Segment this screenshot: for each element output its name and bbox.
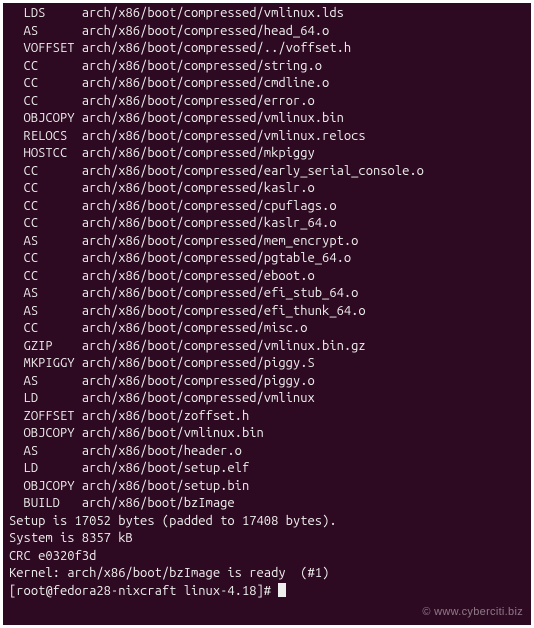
build-path: arch/x86/boot/compressed/error.o [67, 94, 315, 108]
build-command: CC [9, 75, 67, 93]
build-path: arch/x86/boot/compressed/vmlinux.bin.gz [67, 339, 365, 353]
build-command: LD [9, 390, 67, 408]
build-path: arch/x86/boot/compressed/vmlinux.relocs [67, 129, 365, 143]
build-command: BUILD [9, 495, 67, 513]
build-output-line: AS arch/x86/boot/header.o [9, 443, 525, 461]
build-output-line: AS arch/x86/boot/compressed/head_64.o [9, 23, 525, 41]
watermark-text: © www.cyberciti.biz [422, 604, 523, 622]
build-path: arch/x86/boot/bzImage [67, 496, 234, 510]
build-command: CC [9, 58, 67, 76]
build-command: CC [9, 180, 67, 198]
build-command: MKPIGGY [9, 355, 67, 373]
build-output-line: CC arch/x86/boot/compressed/pgtable_64.o [9, 250, 525, 268]
build-output-line: LD arch/x86/boot/setup.elf [9, 460, 525, 478]
build-output-line: OBJCOPY arch/x86/boot/vmlinux.bin [9, 425, 525, 443]
build-output-line: RELOCS arch/x86/boot/compressed/vmlinux.… [9, 128, 525, 146]
build-command: CC [9, 268, 67, 286]
build-output-line: CC arch/x86/boot/compressed/error.o [9, 93, 525, 111]
build-output-line: CC arch/x86/boot/compressed/eboot.o [9, 268, 525, 286]
build-path: arch/x86/boot/compressed/eboot.o [67, 269, 315, 283]
build-command: LDS [9, 5, 67, 23]
terminal-output: LDS arch/x86/boot/compressed/vmlinux.lds… [9, 5, 525, 583]
build-command: AS [9, 23, 67, 41]
build-path: arch/x86/boot/compressed/kaslr_64.o [67, 216, 336, 230]
build-path: arch/x86/boot/zoffset.h [67, 409, 249, 423]
build-path: arch/x86/boot/compressed/misc.o [67, 321, 307, 335]
build-output-line: CC arch/x86/boot/compressed/cpuflags.o [9, 198, 525, 216]
build-command: CC [9, 198, 67, 216]
build-path: arch/x86/boot/compressed/early_serial_co… [67, 164, 424, 178]
build-output-line: MKPIGGY arch/x86/boot/compressed/piggy.S [9, 355, 525, 373]
build-output-line: CC arch/x86/boot/compressed/kaslr_64.o [9, 215, 525, 233]
build-output-line: GZIP arch/x86/boot/compressed/vmlinux.bi… [9, 338, 525, 356]
build-output-line: OBJCOPY arch/x86/boot/setup.bin [9, 478, 525, 496]
build-command: CC [9, 215, 67, 233]
build-command: CC [9, 320, 67, 338]
terminal-window[interactable]: LDS arch/x86/boot/compressed/vmlinux.lds… [3, 3, 531, 625]
build-command: RELOCS [9, 128, 67, 146]
build-output-line: ZOFFSET arch/x86/boot/zoffset.h [9, 408, 525, 426]
status-line: System is 8357 kB [9, 530, 525, 548]
build-command: VOFFSET [9, 40, 67, 58]
build-output-line: HOSTCC arch/x86/boot/compressed/mkpiggy [9, 145, 525, 163]
build-path: arch/x86/boot/compressed/vmlinux.lds [67, 6, 344, 20]
build-path: arch/x86/boot/compressed/../voffset.h [67, 41, 351, 55]
build-path: arch/x86/boot/compressed/string.o [67, 59, 322, 73]
build-output-line: CC arch/x86/boot/compressed/early_serial… [9, 163, 525, 181]
build-output-line: CC arch/x86/boot/compressed/kaslr.o [9, 180, 525, 198]
build-command: HOSTCC [9, 145, 67, 163]
build-path: arch/x86/boot/compressed/piggy.o [67, 374, 315, 388]
status-line: CRC e0320f3d [9, 548, 525, 566]
cursor-icon [278, 583, 286, 597]
build-path: arch/x86/boot/compressed/efi_stub_64.o [67, 286, 358, 300]
build-output-line: VOFFSET arch/x86/boot/compressed/../voff… [9, 40, 525, 58]
build-output-line: OBJCOPY arch/x86/boot/compressed/vmlinux… [9, 110, 525, 128]
build-path: arch/x86/boot/compressed/mem_encrypt.o [67, 234, 358, 248]
build-path: arch/x86/boot/compressed/pgtable_64.o [67, 251, 351, 265]
build-output-line: AS arch/x86/boot/compressed/mem_encrypt.… [9, 233, 525, 251]
build-path: arch/x86/boot/compressed/piggy.S [67, 356, 315, 370]
build-output-line: LD arch/x86/boot/compressed/vmlinux [9, 390, 525, 408]
build-command: AS [9, 373, 67, 391]
status-line: Kernel: arch/x86/boot/bzImage is ready (… [9, 565, 525, 583]
build-path: arch/x86/boot/compressed/kaslr.o [67, 181, 315, 195]
build-command: GZIP [9, 338, 67, 356]
build-output-line: LDS arch/x86/boot/compressed/vmlinux.lds [9, 5, 525, 23]
build-path: arch/x86/boot/header.o [67, 444, 242, 458]
build-command: OBJCOPY [9, 425, 67, 443]
build-output-line: BUILD arch/x86/boot/bzImage [9, 495, 525, 513]
build-path: arch/x86/boot/setup.elf [67, 461, 249, 475]
build-command: AS [9, 303, 67, 321]
build-path: arch/x86/boot/vmlinux.bin [67, 426, 264, 440]
build-path: arch/x86/boot/compressed/efi_thunk_64.o [67, 304, 365, 318]
build-path: arch/x86/boot/compressed/cmdline.o [67, 76, 329, 90]
build-path: arch/x86/boot/setup.bin [67, 479, 249, 493]
status-line: Setup is 17052 bytes (padded to 17408 by… [9, 513, 525, 531]
build-output-line: CC arch/x86/boot/compressed/cmdline.o [9, 75, 525, 93]
build-command: CC [9, 250, 67, 268]
build-output-line: AS arch/x86/boot/compressed/piggy.o [9, 373, 525, 391]
build-output-line: AS arch/x86/boot/compressed/efi_thunk_64… [9, 303, 525, 321]
build-path: arch/x86/boot/compressed/vmlinux [67, 391, 315, 405]
build-output-line: AS arch/x86/boot/compressed/efi_stub_64.… [9, 285, 525, 303]
build-path: arch/x86/boot/compressed/head_64.o [67, 24, 329, 38]
build-command: AS [9, 285, 67, 303]
build-output-line: CC arch/x86/boot/compressed/string.o [9, 58, 525, 76]
build-command: ZOFFSET [9, 408, 67, 426]
build-command: CC [9, 163, 67, 181]
build-command: AS [9, 233, 67, 251]
shell-prompt: [root@fedora28-nixcraft linux-4.18]# [9, 584, 278, 598]
build-command: LD [9, 460, 67, 478]
build-output-line: CC arch/x86/boot/compressed/misc.o [9, 320, 525, 338]
build-command: OBJCOPY [9, 478, 67, 496]
build-path: arch/x86/boot/compressed/mkpiggy [67, 146, 315, 160]
shell-prompt-line: [root@fedora28-nixcraft linux-4.18]# [9, 583, 525, 601]
build-command: OBJCOPY [9, 110, 67, 128]
build-command: CC [9, 93, 67, 111]
build-path: arch/x86/boot/compressed/vmlinux.bin [67, 111, 344, 125]
build-command: AS [9, 443, 67, 461]
build-path: arch/x86/boot/compressed/cpuflags.o [67, 199, 336, 213]
